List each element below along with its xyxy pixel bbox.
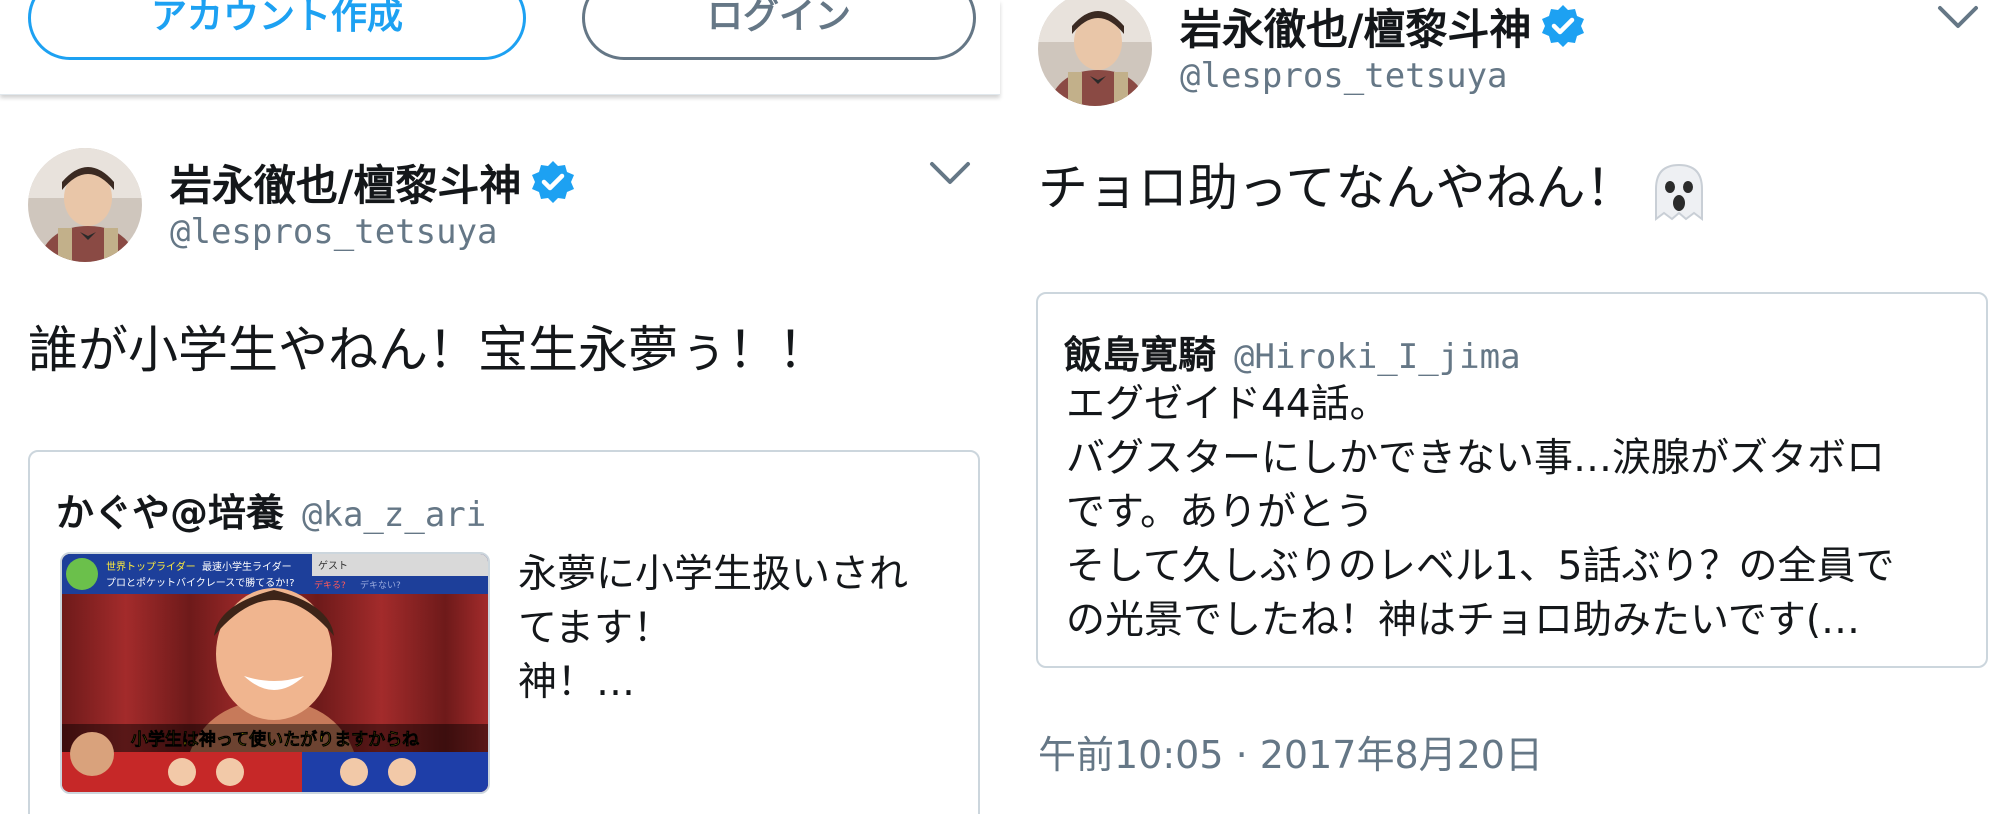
image-banner-sub: プロとポケットバイクレースで勝てるか!? <box>106 576 295 589</box>
signup-login-bar: アカウント作成 ログイン <box>0 0 1000 95</box>
create-account-button[interactable]: アカウント作成 <box>28 0 526 60</box>
verified-badge-icon <box>1542 4 1585 47</box>
chevron-down-icon[interactable] <box>1936 2 1980 32</box>
quoted-display-name[interactable]: 飯島寛騎 <box>1064 324 1216 379</box>
tv-screenshot-image: 世界トップライダー 最速小学生ライダー プロとポケットバイクレースで勝てるか!?… <box>62 554 488 792</box>
chevron-down-icon[interactable] <box>928 158 972 188</box>
left-screenshot: アカウント作成 ログイン 岩永徹也/檀黎斗神 @lespros_tetsuya … <box>0 0 1004 814</box>
quoted-handle[interactable]: @Hiroki_I_jima <box>1234 337 1521 377</box>
author-handle[interactable]: @lespros_tetsuya <box>1180 56 1508 96</box>
verified-badge-icon <box>532 160 575 203</box>
author-name[interactable]: 岩永徹也/檀黎斗神 <box>170 152 577 213</box>
tweet-timestamp[interactable]: 午前10:05 · 2017年8月20日 <box>1038 724 1543 779</box>
author-display-name[interactable]: 岩永徹也/檀黎斗神 <box>170 152 521 213</box>
quoted-tweet[interactable]: かぐや@培養 @ka_z_ari 世界トップライダー 最速小学生ライダー プロと… <box>28 450 980 814</box>
quoted-tweet[interactable]: 飯島寛騎 @Hiroki_I_jima エグゼイド44話。 バグスターにしかでき… <box>1036 292 1988 668</box>
quoted-text: エグゼイド44話。 バグスターにしかできない事…涙腺がズタボロ です。ありがとう… <box>1066 382 1895 643</box>
author-handle[interactable]: @lespros_tetsuya <box>170 212 498 252</box>
quoted-text: 永夢に小学生扱いされ てます！ 神！… <box>518 552 909 705</box>
avatar[interactable] <box>28 148 142 262</box>
quoted-display-name[interactable]: かぐや@培養 <box>56 482 284 537</box>
author-display-name[interactable]: 岩永徹也/檀黎斗神 <box>1180 0 1531 57</box>
image-caption: 小学生は神って使いたがりますからね <box>131 729 419 750</box>
author-name[interactable]: 岩永徹也/檀黎斗神 <box>1180 0 1587 57</box>
image-tag-dekinai: デキない? <box>360 579 401 591</box>
image-tag-dekiru: デキる? <box>314 579 346 591</box>
image-banner-right: 最速小学生ライダー <box>202 560 292 573</box>
tweet-text: チョロ助ってなんやねん！ <box>1038 148 1712 225</box>
image-banner-left: 世界トップライダー <box>106 560 196 573</box>
avatar[interactable] <box>1038 0 1152 106</box>
login-button[interactable]: ログイン <box>582 0 976 60</box>
ghost-emoji-icon <box>1654 163 1703 221</box>
image-tag-guest: ゲスト <box>318 560 348 572</box>
quoted-media-thumbnail[interactable]: 世界トップライダー 最速小学生ライダー プロとポケットバイクレースで勝てるか!?… <box>60 552 490 794</box>
tweet-text: 誰が小学生やねん！宝生永夢ぅ！！ <box>28 321 828 379</box>
quoted-author[interactable]: かぐや@培養 @ka_z_ari <box>56 482 486 537</box>
tweet-text-body: チョロ助ってなんやねん！ <box>1038 159 1636 217</box>
right-screenshot: 岩永徹也/檀黎斗神 @lespros_tetsuya チョロ助ってなんやねん！ … <box>1004 0 2000 814</box>
quoted-author[interactable]: 飯島寛騎 @Hiroki_I_jima <box>1064 324 1521 379</box>
quoted-handle[interactable]: @ka_z_ari <box>302 495 486 535</box>
